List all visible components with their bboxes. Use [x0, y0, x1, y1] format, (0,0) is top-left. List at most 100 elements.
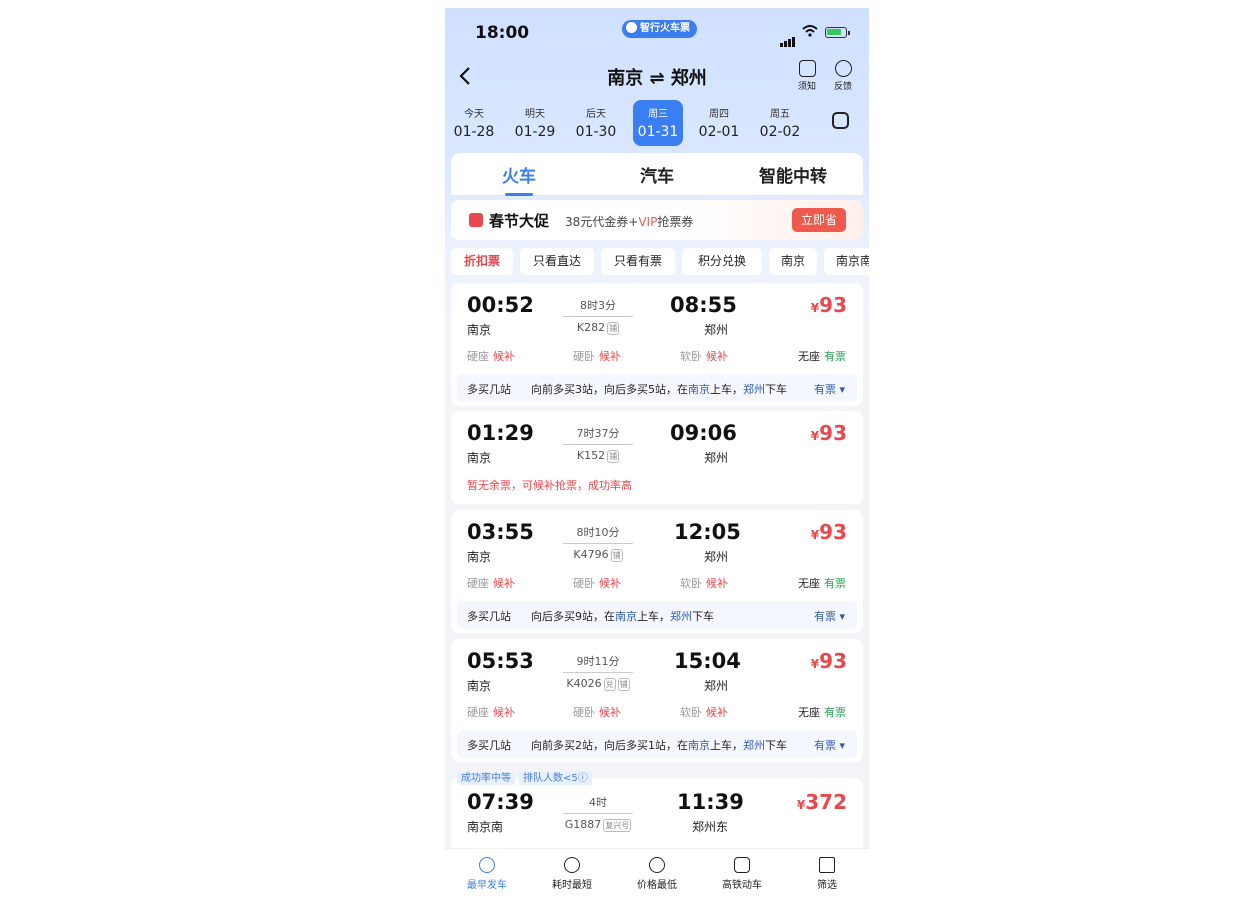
arrival-time: 15:04	[674, 649, 741, 673]
filter-chip-nanjing[interactable]: 南京	[769, 248, 817, 275]
promo-banner[interactable]: 春节大促 38元代金券+VIP抢票券 立即省	[451, 200, 863, 240]
seat-name: 硬座	[467, 706, 489, 719]
train-card[interactable]: 03:55 南京 8时10分 K4796 铺 12:05 郑州 ¥93 硬座 候补 …	[451, 510, 863, 633]
buy-more-from: 南京	[688, 739, 710, 752]
sort-cheapest-button[interactable]: 价格最低	[615, 857, 699, 891]
date-item[interactable]: 后天 01-30	[571, 100, 621, 146]
wifi-icon	[802, 25, 818, 37]
notice-button[interactable]: 须知	[792, 58, 822, 92]
train-number-text: K152	[576, 449, 606, 462]
duration-text: 8时3分	[580, 299, 616, 312]
buy-more-text: 下车	[692, 610, 714, 623]
sort-earliest-button[interactable]: 最早发车	[445, 857, 529, 891]
buy-more-stations-bar[interactable]: 多买几站 向前多买3站，向后多买5站，在南京上车，郑州下车 有票 ▾	[457, 374, 857, 402]
train-number: K282 铺	[553, 321, 643, 335]
filter-highspeed-button[interactable]: 高铁动车	[700, 857, 784, 891]
date-item[interactable]: 今天 01-28	[449, 100, 499, 146]
train-card[interactable]: 01:29 南京 7时37分 K152 铺 09:06 郑州 ¥93 暂无余票，可…	[451, 411, 863, 504]
notice-icon	[798, 60, 816, 77]
date-value: 01-30	[575, 124, 617, 140]
filter-chip-nanjingnan[interactable]: 南京南	[824, 248, 869, 275]
tab-label: 智能中转	[759, 167, 827, 187]
date-item-selected[interactable]: 周三 01-31	[633, 100, 683, 146]
date-item[interactable]: 明天 01-29	[510, 100, 560, 146]
price-value: 93	[819, 293, 847, 317]
tab-label: 汽车	[640, 167, 674, 187]
duration: 9时11分	[553, 653, 643, 676]
duration: 7时37分	[553, 425, 643, 448]
buy-more-stations-bar[interactable]: 多买几站 向后多买9站，在南京上车，郑州下车 有票 ▾	[457, 601, 857, 629]
departure-time: 05:53	[467, 649, 534, 673]
price-symbol: ¥	[810, 301, 820, 315]
promo-desc: 38元代金券+VIP抢票券	[565, 213, 693, 230]
success-rate-badge: 成功率中等	[457, 772, 515, 785]
date-value: 02-02	[759, 124, 801, 140]
tab-train[interactable]: 火车	[459, 162, 579, 196]
price-value: 372	[805, 790, 847, 814]
seat-name: 硬卧	[573, 577, 595, 590]
filter-chip-direct[interactable]: 只看直达	[520, 248, 594, 275]
buy-more-from: 南京	[615, 610, 637, 623]
feedback-button[interactable]: 反馈	[828, 58, 858, 92]
buy-more-stations-bar[interactable]: 多买几站 向前多买2站，向后多买1站，在南京上车，郑州下车 有票 ▾	[457, 730, 857, 758]
buy-more-text: 向后多买9站，在	[531, 610, 615, 623]
promo-save-button[interactable]: 立即省	[792, 208, 846, 232]
arrival-station: 郑州东	[692, 820, 729, 834]
app-logo-icon	[626, 22, 637, 33]
seat-name: 无座	[798, 350, 820, 363]
duration: 4时	[553, 794, 643, 817]
seat-hard-seat: 硬座 候补	[467, 575, 515, 591]
filter-chip-available[interactable]: 只看有票	[601, 248, 675, 275]
sort-shortest-button[interactable]: 耗时最短	[530, 857, 614, 891]
train-number-text: G1887	[564, 818, 602, 831]
buy-more-status[interactable]: 有票 ▾	[814, 381, 845, 397]
tab-active-indicator	[505, 193, 533, 196]
date-weekday: 后天	[586, 109, 606, 120]
seat-soft-sleeper: 软卧 候补	[680, 348, 728, 364]
arrival-time: 08:55	[670, 293, 737, 317]
app-badge: 智行火车票	[622, 20, 697, 38]
sort-label: 筛选	[817, 880, 837, 891]
train-tag: 铺	[617, 678, 630, 691]
date-value: 01-31	[637, 124, 679, 140]
filter-chip-points[interactable]: 积分兑换	[682, 248, 762, 275]
train-card[interactable]: 05:53 南京 9时11分 K4026 兑铺 15:04 郑州 ¥93 硬座 候补…	[451, 639, 863, 762]
yuan-icon	[649, 857, 665, 873]
date-item[interactable]: 周五 02-02	[755, 100, 805, 146]
train-card[interactable]: 00:52 南京 8时3分 K282 铺 08:55 郑州 ¥93 硬座 候补 硬卧…	[451, 283, 863, 406]
seat-hard-sleeper: 硬卧 候补	[573, 348, 621, 364]
price: ¥93	[811, 421, 847, 445]
tab-bus[interactable]: 汽车	[597, 162, 717, 187]
departure-time: 03:55	[467, 520, 534, 544]
arrival-station: 郑州	[704, 679, 729, 693]
train-icon	[734, 857, 750, 873]
buy-more-label: 多买几站	[467, 739, 511, 752]
nav-bar: 南京 ⇌ 郑州 须知 反馈	[445, 58, 869, 100]
buy-more-status[interactable]: 有票 ▾	[814, 608, 845, 624]
tab-transfer[interactable]: 智能中转	[733, 162, 853, 187]
buy-more-status[interactable]: 有票 ▾	[814, 737, 845, 753]
phone-screen: 18:00 智行火车票 南京 ⇌ 郑州 须知 反馈 今天 01-28 明天 01-2…	[445, 8, 869, 900]
date-item[interactable]: 周四 02-01	[694, 100, 744, 146]
calendar-icon[interactable]	[832, 112, 849, 129]
seat-hard-sleeper: 硬卧 候补	[573, 704, 621, 720]
battery-icon	[825, 27, 850, 38]
buy-more-text: 下车	[765, 739, 787, 752]
date-value: 01-29	[514, 124, 556, 140]
notice-label: 须知	[797, 82, 816, 92]
price: ¥372	[797, 790, 847, 814]
sort-label: 高铁动车	[722, 880, 762, 891]
seat-hard-sleeper: 硬卧 候补	[573, 575, 621, 591]
train-number: K4026 兑铺	[553, 677, 643, 691]
buy-more-desc: 向后多买9站，在南京上车，郑州下车	[531, 608, 714, 624]
feedback-label: 反馈	[833, 82, 852, 92]
seat-name: 无座	[798, 577, 820, 590]
filter-chip-discount[interactable]: 折扣票	[451, 248, 513, 275]
departure-station: 南京南	[467, 820, 504, 834]
date-weekday: 周三	[648, 109, 668, 120]
seat-status: 有票	[824, 350, 846, 363]
departure-station: 南京	[467, 451, 492, 465]
train-number-text: K4026	[566, 677, 602, 690]
filter-button[interactable]: 筛选	[785, 857, 869, 891]
date-weekday: 周四	[709, 109, 729, 120]
